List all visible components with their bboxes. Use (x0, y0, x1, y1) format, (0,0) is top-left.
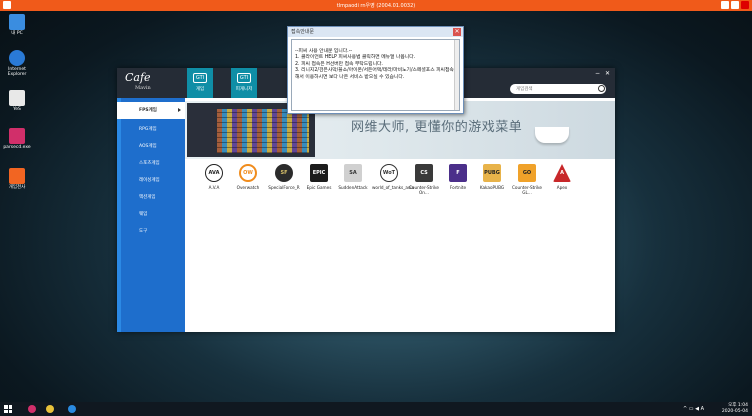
game-ava[interactable]: AVA A.V.A (197, 164, 231, 190)
game-label: Fortnite (449, 185, 467, 190)
ava-icon: AVA (205, 164, 223, 182)
game-overwatch[interactable]: OW Overwatch (231, 164, 265, 190)
clock[interactable]: 오후 1:04 2020-05-04 (722, 403, 748, 415)
desktop-icon-label: 내 PC (11, 31, 23, 36)
maximize-button[interactable] (731, 1, 739, 9)
sidebar-item-action[interactable]: 액션게임 (117, 189, 185, 206)
dialog-message-text: --피씨 사용 안내문 입니다.-- 1. 클라이언트 HELP 피씨사용법 클… (295, 48, 454, 80)
sidebar-item-tools[interactable]: 도구 (117, 223, 185, 240)
game-label: SpecialForce_R (268, 185, 300, 190)
search-input[interactable] (510, 84, 606, 94)
apex-icon: A (553, 164, 571, 182)
game-fortnite[interactable]: F Fortnite (441, 164, 475, 190)
cafe-mavin-logo: Cafe Mavin (125, 72, 169, 94)
game-label: A.V.A (208, 185, 220, 190)
specialforce-icon: SF (275, 164, 293, 182)
start-button[interactable] (4, 405, 12, 413)
tab-label: 게임 (195, 87, 205, 92)
tab-label: 피게니저 (235, 87, 253, 92)
dialog-title-bar: 접속안내문 ✕ (288, 27, 463, 37)
csgo-icon: GO (518, 164, 536, 182)
dialog-close-button[interactable]: ✕ (453, 28, 461, 36)
sidebar-item-racing[interactable]: 레이싱게임 (117, 172, 185, 189)
epic-games-icon: EPIC (310, 164, 328, 182)
chrome-taskbar-icon[interactable] (46, 405, 54, 413)
banner-tile-grid (217, 109, 309, 153)
banner-slogan: 网维大师, 更懂你的游戏菜单 (351, 120, 523, 135)
parsec-icon (9, 128, 25, 144)
tab-games[interactable]: GTI 게임 (187, 68, 213, 98)
remote-title-bar: tlmpaodi rn우영 (2004.01.0032) (0, 0, 752, 11)
cloud-taskbar-icon[interactable] (68, 405, 76, 413)
window-title: tlmpaodi rn우영 (2004.01.0032) (336, 3, 416, 9)
dialog-message: --피씨 사용 안내문 입니다.-- 1. 클라이언트 HELP 피씨사용법 클… (291, 39, 460, 111)
suddenattack-icon: SA (344, 164, 362, 182)
desktop-icon-label: Internet Explorer (7, 67, 27, 77)
sidebar-item-web[interactable]: 웨임 (117, 206, 185, 223)
game-label: Epic Games (306, 185, 332, 190)
game-specialforce[interactable]: SF SpecialForce_R (267, 164, 301, 190)
dialog-title: 접속안내문 (291, 29, 315, 35)
minimize-icon[interactable]: − (595, 70, 600, 77)
world-of-tanks-icon: WoT (380, 164, 398, 182)
game-label: world_of_tanks_asia (372, 185, 414, 190)
game-label: KakaoPUBG (479, 185, 505, 190)
app-icon (3, 1, 11, 9)
game-counter-strike-go[interactable]: GO Counter-Strike GL... (510, 164, 544, 195)
desktop-icon-my-pc[interactable]: 내 PC (2, 14, 32, 36)
desktop-icon-label: 개임천사 (8, 185, 26, 190)
fortnite-icon: F (449, 164, 467, 182)
ime-indicator[interactable]: A (701, 406, 704, 412)
game-angel-icon (9, 168, 25, 184)
tab-figure[interactable]: GTI 피게니저 (231, 68, 257, 98)
game-world-of-tanks[interactable]: WoT world_of_tanks_asia (372, 164, 414, 190)
game-label: Apex (556, 185, 568, 190)
minimize-button[interactable] (721, 1, 729, 9)
desktop-icon-game-angel[interactable]: 개임천사 (2, 168, 32, 190)
clock-date: 2020-05-04 (721, 409, 748, 414)
game-label: SuddenAttack (338, 185, 368, 190)
overwatch-icon: OW (239, 164, 257, 182)
search-icon[interactable] (598, 85, 605, 92)
close-icon[interactable]: ✕ (605, 70, 610, 77)
figure-tab-icon: GTI (237, 73, 251, 83)
internet-explorer-icon (9, 50, 25, 66)
sidebar-item-rpg[interactable]: RPG게임 (117, 121, 185, 138)
dialog-scrollbar[interactable] (454, 40, 459, 110)
parsec-taskbar-icon[interactable] (28, 405, 36, 413)
sidebar-item-aos[interactable]: AOS게임 (117, 138, 185, 155)
notice-dialog: 접속안내문 ✕ --피씨 사용 안내문 입니다.-- 1. 클라이언트 HELP… (287, 26, 464, 114)
desktop-icon-label: parsecd.exe (3, 145, 31, 150)
taskbar: ^ ▭ ◀ A 오후 1:04 2020-05-04 (0, 402, 752, 416)
game-suddenattack[interactable]: SA SuddenAttack (336, 164, 370, 190)
pubg-icon: PUBG (483, 164, 501, 182)
game-epic-games[interactable]: EPIC Epic Games (302, 164, 336, 190)
computer-icon (9, 14, 25, 30)
game-kakao-pubg[interactable]: PUBG KakaoPUBG (475, 164, 509, 190)
desktop-icon-internet-explorer[interactable]: Internet Explorer (2, 50, 32, 77)
volume-icon[interactable]: ◀ (695, 406, 699, 412)
chevron-up-icon[interactable]: ^ (683, 406, 687, 412)
network-icon[interactable]: ▭ (689, 406, 694, 412)
yes-icon (9, 90, 25, 106)
desktop-icon-yes[interactable]: YeS (2, 90, 32, 112)
game-apex[interactable]: A Apex (545, 164, 579, 190)
logo-sub-text: Mavin (135, 85, 151, 91)
sidebar-item-sports[interactable]: 스포츠게임 (117, 155, 185, 172)
game-counter-strike-online[interactable]: CS Counter-Strike On... (407, 164, 441, 195)
coffee-cup-icon (535, 127, 569, 143)
close-button[interactable] (741, 1, 749, 9)
game-label: Counter-Strike On... (408, 185, 439, 195)
game-label: Counter-Strike GL... (511, 185, 542, 195)
desktop-icon-label: YeS (13, 107, 21, 112)
counter-strike-online-icon: CS (415, 164, 433, 182)
game-label: Overwatch (236, 185, 260, 190)
category-sidebar: FPS게임 RPG게임 AOS게임 스포츠게임 레이싱게임 액션게임 웨임 도구 (117, 98, 185, 332)
sidebar-item-fps[interactable]: FPS게임 (117, 102, 185, 119)
desktop-icon-parsec[interactable]: parsecd.exe (2, 128, 32, 150)
system-tray[interactable]: ^ ▭ ◀ A (683, 406, 704, 412)
game-tab-icon: GTI (193, 73, 207, 83)
